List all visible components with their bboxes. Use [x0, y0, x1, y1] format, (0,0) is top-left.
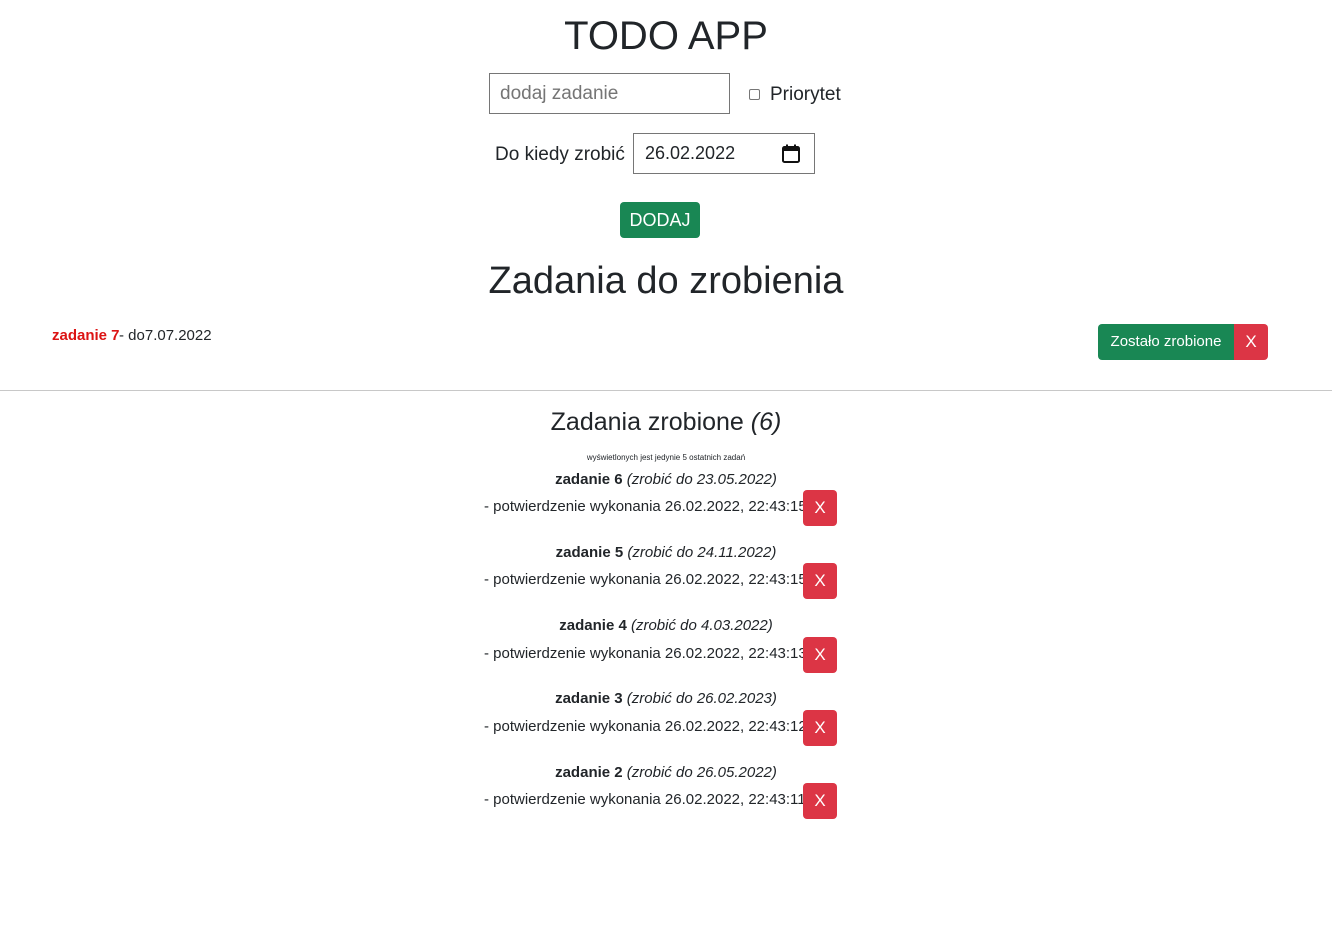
done-item-title: zadanie 6 (zrobić do 23.05.2022)	[0, 471, 1332, 489]
priority-checkbox[interactable]	[749, 89, 760, 100]
done-heading: Zadania zrobione (6)	[0, 406, 1332, 438]
delete-done-button[interactable]: X	[803, 637, 837, 673]
done-heading-text: Zadania zrobione	[550, 408, 744, 436]
mark-done-button[interactable]: Zostało zrobione	[1098, 324, 1234, 360]
done-item-confirmation: - potwierdzenie wykonania 26.02.2022, 22…	[484, 498, 807, 515]
delete-done-button[interactable]: X	[803, 783, 837, 819]
deadline-date-input[interactable]: 26.02.2022	[633, 133, 815, 174]
todo-item-name: zadanie 7	[52, 327, 120, 344]
done-item-deadline: (zrobić do 23.05.2022)	[626, 471, 777, 488]
done-item-confirmation: - potwierdzenie wykonania 26.02.2022, 22…	[484, 645, 807, 662]
done-item-name: zadanie 4	[559, 617, 627, 634]
delete-done-button[interactable]: X	[803, 710, 837, 746]
done-item-confirmation: - potwierdzenie wykonania 26.02.2022, 22…	[484, 791, 806, 808]
done-item-name: zadanie 5	[555, 544, 624, 561]
calendar-icon[interactable]	[782, 144, 800, 163]
done-note: wyświetlonych jest jedynie 5 ostatnich z…	[586, 453, 746, 462]
add-task-button[interactable]: DODAJ	[620, 202, 700, 238]
done-count: (6)	[750, 408, 782, 436]
done-item-name: zadanie 6	[555, 471, 623, 488]
done-item-deadline: (zrobić do 24.11.2022)	[627, 544, 777, 561]
delete-done-button[interactable]: X	[803, 490, 837, 526]
delete-done-button[interactable]: X	[803, 563, 837, 599]
app-title: TODO APP	[564, 14, 768, 58]
delete-todo-button[interactable]: X	[1234, 324, 1268, 360]
done-item-deadline: (zrobić do 26.05.2022)	[626, 764, 777, 781]
done-item-deadline: (zrobić do 4.03.2022)	[630, 617, 773, 634]
section-divider	[0, 390, 1332, 391]
done-item-title: zadanie 4 (zrobić do 4.03.2022)	[0, 617, 1332, 635]
done-item-deadline: (zrobić do 26.02.2023)	[626, 690, 777, 707]
priority-label[interactable]: Priorytet	[770, 83, 841, 107]
todo-heading: Zadania do zrobienia	[488, 260, 844, 302]
done-item-name: zadanie 2	[555, 764, 623, 781]
done-item-title: zadanie 5 (zrobić do 24.11.2022)	[0, 544, 1332, 562]
done-item-confirmation: - potwierdzenie wykonania 26.02.2022, 22…	[484, 718, 807, 735]
task-input-placeholder: dodaj zadanie	[500, 83, 619, 104]
done-item-confirmation: - potwierdzenie wykonania 26.02.2022, 22…	[484, 571, 807, 588]
deadline-label: Do kiedy zrobić	[495, 144, 625, 165]
done-item-name: zadanie 3	[555, 690, 623, 707]
task-input[interactable]: dodaj zadanie	[489, 73, 730, 114]
done-item-title: zadanie 3 (zrobić do 26.02.2023)	[0, 690, 1332, 708]
deadline-date-value: 26.02.2022	[645, 143, 736, 163]
done-item-title: zadanie 2 (zrobić do 26.05.2022)	[0, 764, 1332, 782]
todo-item-deadline: - do7.07.2022	[119, 327, 212, 344]
